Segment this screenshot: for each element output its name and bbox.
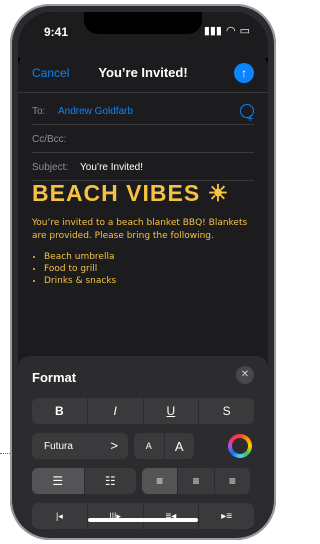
send-button[interactable]: ↑ xyxy=(234,63,254,83)
bullet-list: Beach umbrella Food to grill Drinks & sn… xyxy=(44,251,254,287)
compose-sheet: Cancel You’re Invited! ↑ To: Andrew Gold… xyxy=(18,54,268,532)
message-headline: BEACH VIBES ☀ xyxy=(32,180,230,206)
close-button[interactable]: ✕ xyxy=(236,366,254,384)
chevron-right-icon: > xyxy=(110,438,118,453)
to-label: To: xyxy=(32,106,46,117)
message-paragraph: You’re invited to a beach blanket BBQ! B… xyxy=(32,218,248,241)
list-item: Food to grill xyxy=(44,263,254,275)
to-recipient[interactable]: Andrew Goldfarb xyxy=(58,106,133,117)
bullet-list-button[interactable]: ☰ xyxy=(32,468,85,494)
message-body[interactable]: BEACH VIBES ☀ You’re invited to a beach … xyxy=(32,180,254,287)
compose-title: You’re Invited! xyxy=(98,65,188,80)
align-left-button[interactable]: ≡ xyxy=(142,468,179,494)
to-field[interactable]: To: Andrew Goldfarb + xyxy=(32,98,254,125)
signal-icon: ▮▮▮ xyxy=(203,25,222,37)
italic-button[interactable]: I xyxy=(88,398,144,424)
underline-button[interactable]: U xyxy=(144,398,200,424)
bold-button[interactable]: B xyxy=(32,398,88,424)
color-picker-button[interactable] xyxy=(228,434,252,458)
indent-button[interactable]: ▸≡ xyxy=(199,503,254,529)
phone-screen: 9:41 ▮▮▮ ◠ ▭ Cancel You’re Invited! ↑ To… xyxy=(18,12,268,532)
compose-header: Cancel You’re Invited! ↑ xyxy=(18,54,268,93)
decrease-indent-button[interactable]: |◂ xyxy=(32,503,88,529)
battery-icon: ▭ xyxy=(239,25,250,37)
status-time: 9:41 xyxy=(44,25,69,39)
add-contact-button[interactable]: + xyxy=(240,104,254,125)
subject-label: Subject: xyxy=(32,162,69,173)
font-name: Futura xyxy=(44,441,73,452)
plus-icon: + xyxy=(247,113,254,125)
list-item: Drinks & snacks xyxy=(44,275,254,287)
alignment-control: ≡ ≡ ≡ xyxy=(142,468,250,494)
status-icons: ▮▮▮ ◠ ▭ xyxy=(204,24,250,37)
phone-frame: 9:41 ▮▮▮ ◠ ▭ Cancel You’re Invited! ↑ To… xyxy=(10,4,276,540)
notch xyxy=(84,12,202,34)
numbered-list-button[interactable]: ☷ xyxy=(85,468,137,494)
increase-indent-button[interactable]: |||▸ xyxy=(88,503,144,529)
indent-bar: |◂ |||▸ ≡◂ ▸≡ xyxy=(32,503,254,529)
home-indicator[interactable] xyxy=(88,518,198,522)
arrow-up-icon: ↑ xyxy=(241,66,247,80)
subject-value[interactable]: You’re Invited! xyxy=(80,162,143,173)
decrease-font-button[interactable]: A xyxy=(134,433,165,459)
format-title: Format xyxy=(32,370,77,385)
strikethrough-button[interactable]: S xyxy=(199,398,254,424)
list-item: Beach umbrella xyxy=(44,251,254,263)
outdent-button[interactable]: ≡◂ xyxy=(144,503,200,529)
wifi-icon: ◠ xyxy=(225,25,236,37)
align-right-button[interactable]: ≡ xyxy=(215,468,250,494)
cc-bcc-field[interactable]: Cc/Bcc: xyxy=(32,126,254,153)
font-selector[interactable]: Futura > xyxy=(32,433,128,459)
close-icon: ✕ xyxy=(240,369,250,380)
align-center-button[interactable]: ≡ xyxy=(178,468,215,494)
cc-label: Cc/Bcc: xyxy=(32,134,67,145)
callout-line xyxy=(0,453,10,454)
font-size-control: A A xyxy=(134,433,194,459)
format-panel: Format ✕ B I U S Futura > A A ☰ ☷ ≡ ≡ ≡ … xyxy=(18,356,268,532)
list-style-control: ☰ ☷ xyxy=(32,468,136,494)
text-style-bar: B I U S xyxy=(32,398,254,424)
subject-field[interactable]: Subject: You’re Invited! xyxy=(32,154,254,181)
increase-font-button[interactable]: A xyxy=(165,433,195,459)
